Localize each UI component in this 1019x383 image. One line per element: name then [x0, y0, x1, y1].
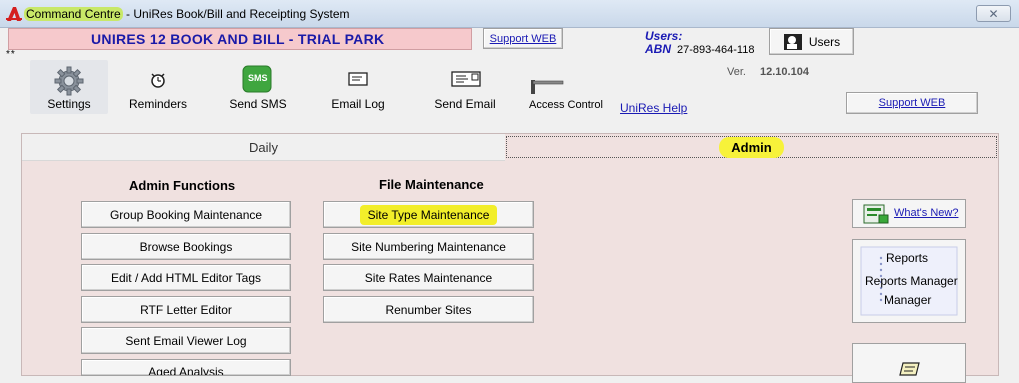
version-label: Ver. [727, 66, 746, 78]
site-numbering-maintenance-button[interactable]: Site Numbering Maintenance [323, 233, 534, 260]
whats-new-button[interactable]: What's New? [852, 199, 966, 228]
toolbar-email-log-label: Email Log [331, 97, 385, 111]
unires-help-link[interactable]: UniRes Help [620, 101, 687, 115]
support-web-button[interactable]: Support WEB [483, 28, 563, 49]
site-type-maintenance-button[interactable]: Site Type Maintenance [323, 201, 534, 228]
window-title: Command Centre - UniRes Book/Bill and Re… [24, 7, 349, 21]
tab-daily-label: Daily [249, 139, 278, 155]
site-rates-maintenance-button[interactable]: Site Rates Maintenance [323, 264, 534, 291]
tab-admin[interactable]: Admin [506, 136, 997, 158]
toolbar-send-sms-label: Send SMS [229, 97, 287, 111]
renumber-sites-button[interactable]: Renumber Sites [323, 296, 534, 323]
users-label: Users: [645, 29, 683, 43]
unires-help-link-text[interactable]: UniRes Help [620, 101, 687, 115]
file-maintenance-title: File Maintenance [379, 177, 484, 192]
window-title-rest: - UniRes Book/Bill and Receipting System [122, 7, 350, 21]
site-rates-maintenance-label: Site Rates Maintenance [364, 270, 493, 285]
users-button[interactable]: Users [769, 28, 854, 55]
reports-line1: Reports [886, 251, 929, 265]
site-type-maintenance-label: Site Type Maintenance [359, 204, 498, 225]
window-title-app: Command Centre [24, 7, 123, 21]
toolbar-access-control[interactable]: Access Control [524, 74, 608, 114]
abn-value: 27-893-464-118 [677, 44, 755, 56]
title-bar: Command Centre - UniRes Book/Bill and Re… [0, 0, 1019, 28]
edit-html-editor-tags-button[interactable]: Edit / Add HTML Editor Tags [81, 264, 291, 291]
support-web-link-2[interactable]: Support WEB [879, 97, 946, 109]
toolbar-reminders[interactable]: Reminders [118, 68, 198, 114]
whats-new-icon [863, 204, 889, 224]
users-button-label: Users [808, 34, 841, 49]
whats-new-link[interactable]: What's New? [894, 207, 958, 219]
close-button[interactable]: ✕ [976, 5, 1011, 22]
rtf-letter-editor-label: RTF Letter Editor [140, 302, 232, 317]
reports-line2: Reports Manager [865, 274, 958, 288]
sent-email-viewer-log-button[interactable]: Sent Email Viewer Log [81, 327, 291, 354]
alarm-clock-icon [151, 73, 165, 88]
gear-icon [54, 66, 84, 96]
send-email-icon [451, 71, 481, 87]
tab-daily[interactable]: Daily [22, 134, 505, 161]
toolbar-settings[interactable]: Settings [30, 60, 108, 114]
toolbar-access-control-label: Access Control [529, 99, 603, 111]
group-booking-maintenance-label: Group Booking Maintenance [109, 207, 263, 222]
park-banner: UNIRES 12 BOOK AND BILL - TRIAL PARK [8, 28, 472, 50]
renumber-sites-label: Renumber Sites [385, 302, 472, 317]
users-icon [783, 33, 802, 50]
toolbar-settings-label: Settings [47, 97, 91, 111]
abn-label: ABN [645, 42, 671, 56]
edit-html-editor-tags-label: Edit / Add HTML Editor Tags [110, 270, 262, 285]
browse-bookings-button[interactable]: Browse Bookings [81, 233, 291, 260]
sent-email-viewer-log-label: Sent Email Viewer Log [125, 333, 247, 348]
status-stars: ** [6, 49, 16, 60]
tab-admin-label: Admin [719, 136, 784, 158]
envelope-icon [348, 72, 368, 86]
aged-analysis-label: Aged Analysis [148, 365, 224, 376]
reports-line3: Manager [884, 293, 932, 307]
aged-analysis-button[interactable]: Aged Analysis [81, 359, 291, 376]
close-icon: ✕ [988, 6, 999, 21]
version-value: 12.10.104 [760, 66, 809, 78]
site-numbering-maintenance-label: Site Numbering Maintenance [351, 239, 506, 254]
support-web-link[interactable]: Support WEB [490, 33, 557, 45]
group-booking-maintenance-button[interactable]: Group Booking Maintenance [81, 201, 291, 228]
rtf-letter-editor-button[interactable]: RTF Letter Editor [81, 296, 291, 323]
toolbar-reminders-label: Reminders [128, 97, 188, 111]
boom-gate-icon [531, 80, 564, 94]
toolbar-send-email-label: Send Email [434, 97, 496, 111]
reports-manager-button[interactable]: Reports Reports Manager Manager [852, 239, 966, 323]
bottom-tile-button[interactable] [852, 343, 966, 383]
document-icon [899, 362, 920, 376]
browse-bookings-label: Browse Bookings [139, 239, 233, 254]
toolbar-email-log[interactable]: Email Log [318, 70, 398, 114]
toolbar-send-email[interactable]: Send Email [424, 68, 506, 114]
admin-functions-title: Admin Functions [129, 178, 236, 193]
app-logo-icon [6, 7, 22, 21]
support-web-button-2[interactable]: Support WEB [846, 92, 978, 114]
toolbar-send-sms[interactable]: SMS Send SMS [218, 64, 298, 114]
sms-icon-text: SMS [248, 73, 268, 83]
